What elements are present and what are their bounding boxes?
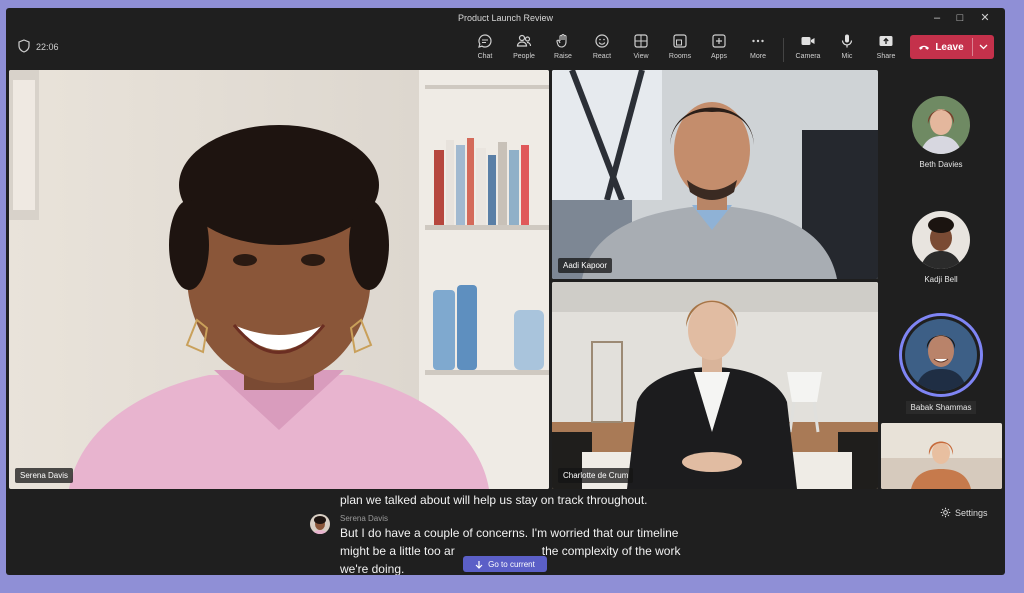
caption-speaker-name: Serena Davis: [340, 514, 389, 523]
rooms-button[interactable]: Rooms: [661, 33, 699, 67]
active-speaker-avatar: [899, 313, 983, 397]
leave-options-button[interactable]: [973, 35, 994, 59]
more-label: More: [750, 53, 766, 60]
people-icon: [516, 34, 532, 47]
share-label: Share: [876, 53, 896, 60]
rail-participant[interactable]: Beth Davies: [881, 96, 1001, 169]
ellipsis-icon: [752, 39, 764, 43]
mic-button[interactable]: Mic: [828, 33, 866, 67]
share-icon: [879, 36, 893, 46]
leave-label: Leave: [935, 41, 964, 53]
grid-icon: [634, 34, 648, 48]
more-button[interactable]: More: [739, 33, 777, 67]
video-tile-bottom-right[interactable]: Charlotte de Crum: [552, 282, 878, 489]
caption-line: But I do have a couple of concerns. I'm …: [340, 526, 679, 540]
settings-label: Settings: [955, 507, 988, 518]
rooms-icon: [673, 34, 687, 48]
hang-up-icon: [919, 45, 930, 50]
participant-name-tag: Serena Davis: [15, 468, 74, 483]
arrow-down-icon: [475, 560, 483, 569]
minimize-icon[interactable]: –: [929, 11, 945, 25]
teams-meeting-window: Product Launch Review – □ ✕ 22:06 Chat P…: [6, 8, 1005, 575]
raise-hand-button[interactable]: Raise: [544, 33, 582, 67]
meeting-toolbar: 22:06 Chat People Raise React View Rooms…: [6, 28, 1005, 70]
camera-button[interactable]: Camera: [789, 33, 827, 67]
caption-speaker-avatar: [310, 514, 330, 534]
camera-label: Camera: [795, 53, 821, 60]
captions-settings-button[interactable]: Settings: [940, 507, 988, 518]
self-view-tile[interactable]: [881, 423, 1002, 489]
mic-icon: [841, 34, 853, 48]
share-button[interactable]: Share: [867, 33, 905, 67]
participant-video: [881, 423, 1002, 489]
participant-video: [9, 70, 549, 489]
maximize-icon[interactable]: □: [952, 11, 968, 25]
hand-icon: [556, 33, 567, 48]
mic-label: Mic: [841, 53, 853, 60]
rooms-label: Rooms: [668, 53, 692, 60]
chat-label: Chat: [477, 53, 493, 60]
meeting-timer: 22:06: [36, 42, 59, 52]
rail-participant-name: Beth Davies: [919, 160, 963, 169]
raise-label: Raise: [554, 53, 572, 60]
leave-button[interactable]: Leave: [910, 35, 972, 59]
participant-name-tag: Aadi Kapoor: [558, 258, 613, 273]
chat-icon: [478, 34, 492, 48]
rail-participant-name: Babak Shammas: [905, 401, 977, 414]
rail-participant-name: Kadji Bell: [924, 275, 958, 284]
rail-participant-active-speaker[interactable]: Babak Shammas: [881, 313, 1001, 415]
chat-button[interactable]: Chat: [466, 33, 504, 67]
go-to-current-label: Go to current: [488, 559, 535, 569]
video-tile-top-right[interactable]: Aadi Kapoor: [552, 70, 878, 279]
live-captions-panel: plan we talked about will help us stay o…: [6, 488, 1005, 575]
caption-fragment: might be a little too ar: [340, 544, 455, 558]
caption-fragment: the complexity of the work: [541, 544, 681, 558]
apps-label: Apps: [711, 53, 727, 60]
participant-video: [552, 70, 878, 279]
gear-icon: [940, 507, 951, 518]
view-label: View: [633, 53, 649, 60]
caption-previous-line: plan we talked about will help us stay o…: [340, 493, 648, 507]
plus-square-icon: [712, 34, 726, 48]
leave-control: Leave: [910, 35, 994, 59]
toolbar-divider: [783, 38, 784, 62]
chevron-down-icon: [979, 44, 988, 50]
view-button[interactable]: View: [622, 33, 660, 67]
avatar: [912, 211, 970, 269]
shield-icon: [18, 39, 30, 53]
smiley-icon: [595, 34, 609, 48]
participant-name-tag: Charlotte de Crum: [558, 468, 634, 483]
window-title: Product Launch Review: [457, 13, 554, 23]
camera-icon: [801, 37, 815, 45]
avatar: [912, 96, 970, 154]
go-to-current-button[interactable]: Go to current: [463, 556, 547, 572]
people-label: People: [513, 53, 535, 60]
video-tile-main[interactable]: Serena Davis: [9, 70, 549, 489]
participant-video: [552, 282, 878, 489]
caption-line: we're doing.: [340, 562, 405, 575]
react-label: React: [592, 53, 612, 60]
title-bar: Product Launch Review – □ ✕: [6, 8, 1005, 28]
apps-button[interactable]: Apps: [700, 33, 738, 67]
close-icon[interactable]: ✕: [977, 11, 993, 25]
react-button[interactable]: React: [583, 33, 621, 67]
people-button[interactable]: People: [505, 33, 543, 67]
rail-participant[interactable]: Kadji Bell: [881, 211, 1001, 284]
